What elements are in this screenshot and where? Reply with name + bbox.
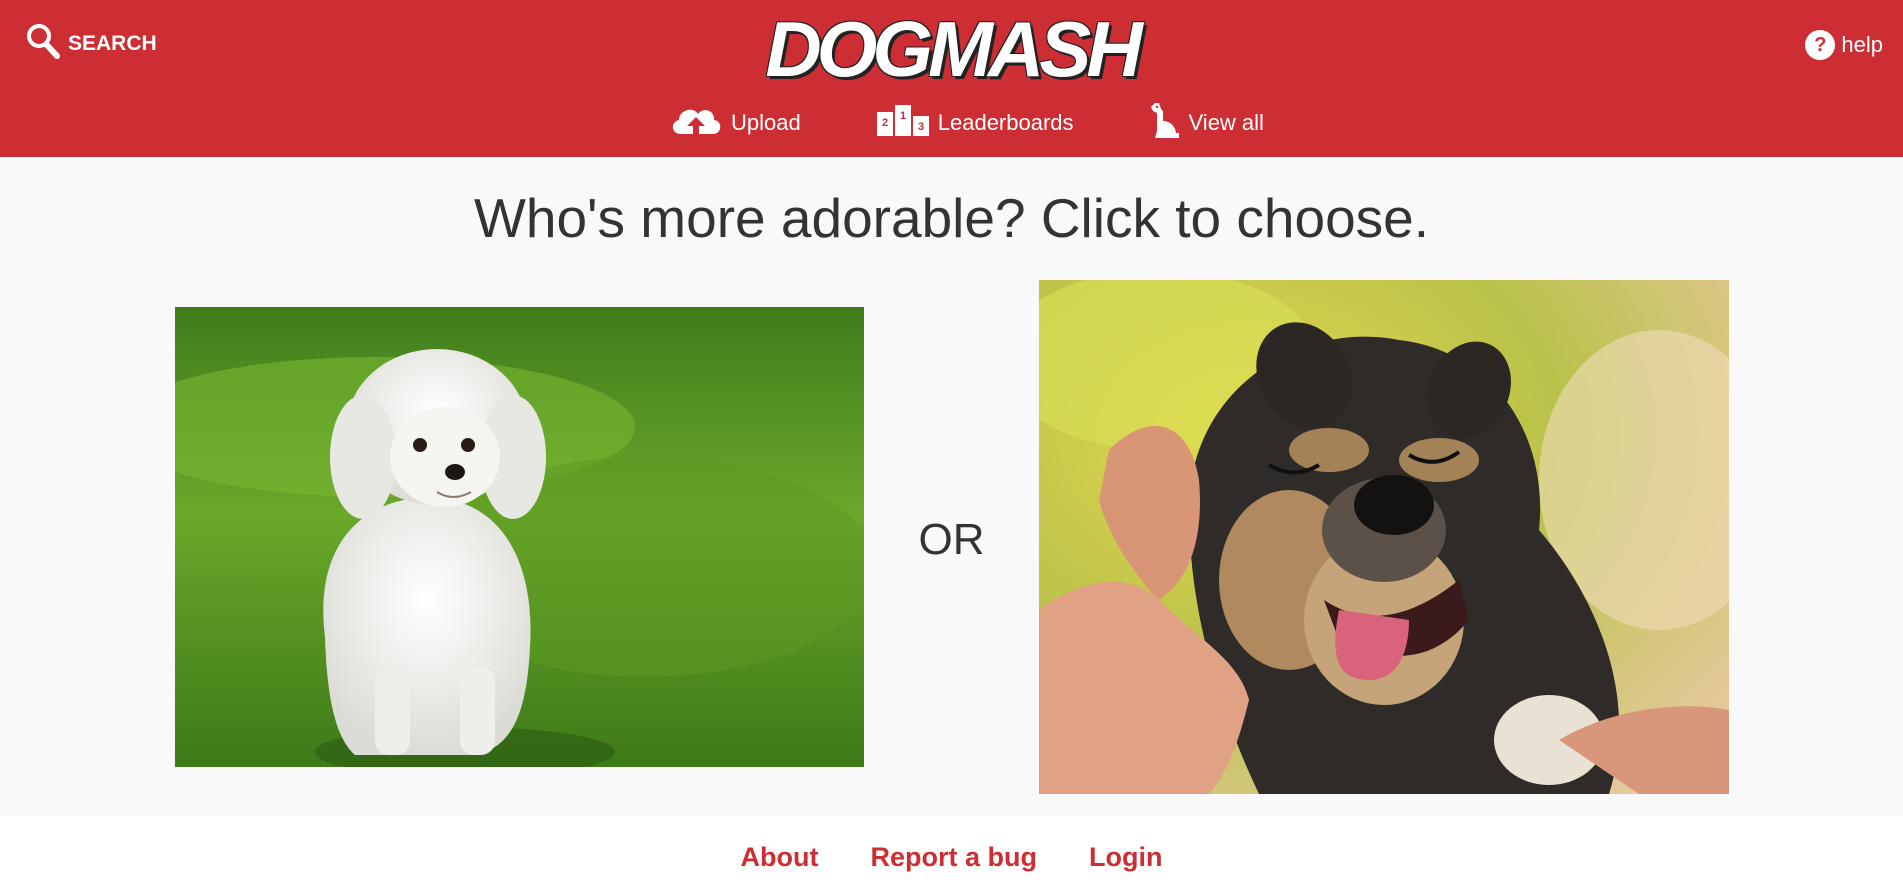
footer-login-link[interactable]: Login bbox=[1089, 842, 1162, 894]
help-button[interactable]: ? help bbox=[1805, 28, 1883, 62]
nav-view-all[interactable]: View all bbox=[1149, 102, 1264, 144]
cloud-upload-icon bbox=[669, 104, 723, 142]
nav-upload[interactable]: Upload bbox=[669, 102, 801, 144]
footer-report-bug-link[interactable]: Report a bug bbox=[870, 842, 1037, 894]
right-dog-photo[interactable] bbox=[1039, 280, 1729, 794]
left-dog-photo[interactable] bbox=[175, 307, 864, 767]
footer: About Report a bug Login bbox=[0, 816, 1903, 894]
nav-leaderboards[interactable]: 2 1 3 Leaderboards bbox=[876, 102, 1074, 144]
podium-icon: 2 1 3 bbox=[876, 104, 930, 142]
svg-text:1: 1 bbox=[900, 110, 906, 122]
or-separator: OR bbox=[918, 515, 985, 564]
main-nav: Upload 2 1 3 Leaderboards View all bbox=[0, 102, 1903, 144]
page-title: Who's more adorable? Click to choose. bbox=[473, 187, 1430, 249]
svg-text:3: 3 bbox=[918, 121, 924, 133]
nav-view-all-label: View all bbox=[1188, 110, 1264, 135]
footer-about-link[interactable]: About bbox=[741, 842, 819, 894]
site-logo[interactable]: DOGMASH bbox=[0, 4, 1903, 95]
top-bar: SEARCH DOGMASH ? help Upload 2 1 3 Leade… bbox=[0, 0, 1903, 157]
svg-text:2: 2 bbox=[882, 117, 888, 129]
help-icon: ? bbox=[1805, 30, 1836, 60]
dog-sitting-icon bbox=[1149, 101, 1181, 145]
nav-leaderboards-label: Leaderboards bbox=[937, 110, 1074, 135]
nav-upload-label: Upload bbox=[731, 110, 801, 135]
help-label: help bbox=[1841, 32, 1883, 57]
